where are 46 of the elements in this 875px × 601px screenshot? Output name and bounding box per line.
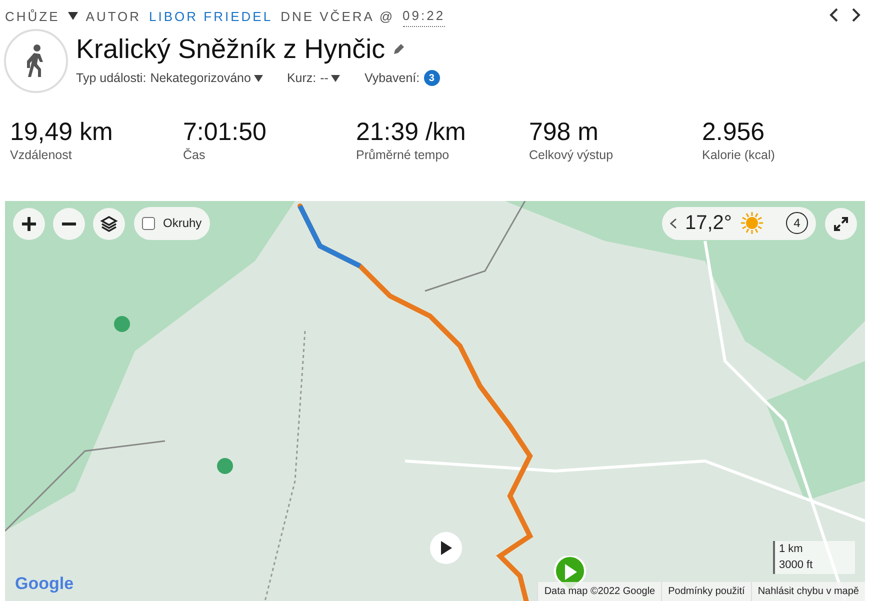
activity-type: CHŮZE [5, 8, 60, 26]
map-footer-link[interactable]: Data map ©2022 Google [537, 582, 662, 601]
stat-label: Průměrné tempo [356, 147, 450, 164]
stat-label: Čas [183, 147, 206, 164]
meta-label: Typ události: [76, 70, 146, 87]
chevron-left-icon [829, 8, 839, 22]
zoom-out-icon [62, 222, 76, 226]
stat-label: Kalorie (kcal) [702, 147, 776, 164]
edit-icon[interactable] [393, 42, 406, 55]
chevron-left-icon[interactable] [670, 218, 677, 229]
caret-icon[interactable] [68, 12, 78, 20]
laps-checkbox[interactable] [142, 216, 155, 230]
activity-title: Kralický Sněžník z Hynčic [76, 32, 386, 65]
scale-label: 1 km [773, 540, 855, 558]
laps-label[interactable]: Okruhy [163, 214, 202, 232]
caret-icon [331, 74, 340, 82]
stat-value: 7:01:50 [183, 118, 268, 146]
stat-label: Celkový výstup [529, 147, 614, 164]
scale-label: 3000 ft [773, 557, 855, 574]
play-icon [439, 540, 453, 556]
map-footer-link[interactable]: Podmínky použití [661, 582, 751, 601]
author-link[interactable]: LIBOR FRIEDEL [149, 6, 273, 26]
author-label: AUTOR [86, 8, 142, 26]
map-footer-link[interactable]: Nahlásit chybu v mapě [750, 582, 865, 601]
layers-icon [100, 214, 118, 233]
google-logo: Google [15, 573, 74, 596]
caret-icon [254, 74, 263, 82]
date-text: DNE VČERA @ [280, 8, 395, 26]
sun-icon [740, 211, 764, 236]
stat-label: Vzdálenost [10, 147, 73, 164]
stopwatch-count: 4 [786, 212, 808, 234]
activity-time: 09:22 [402, 6, 446, 26]
stat-value: 21:39 /km [356, 118, 467, 146]
stat-value: 19,49 km [10, 118, 114, 146]
expand-icon [834, 216, 848, 231]
meta-value[interactable]: -- [320, 68, 328, 88]
meta-value[interactable]: Nekategorizováno [150, 68, 251, 88]
stat-value: 798 m [529, 118, 600, 146]
count-badge[interactable]: 3 [424, 70, 440, 86]
walking-icon [4, 28, 68, 92]
meta-label: Vybavení: [364, 70, 420, 87]
temperature: 17,2° [685, 211, 732, 236]
zoom-in-icon [20, 214, 38, 233]
stat-value: 2.956 [702, 118, 766, 146]
meta-label: Kurz: [286, 70, 316, 87]
chevron-right-icon [851, 8, 861, 22]
